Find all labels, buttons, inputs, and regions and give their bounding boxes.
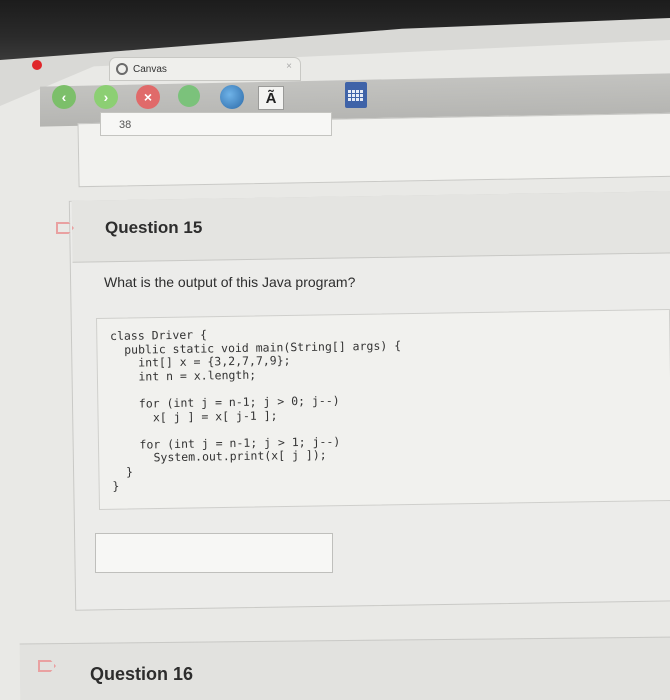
- stop-icon[interactable]: ×: [136, 85, 160, 109]
- forward-icon[interactable]: ›: [94, 85, 118, 109]
- back-icon[interactable]: ‹: [52, 85, 76, 109]
- calculator-icon[interactable]: [345, 82, 367, 108]
- tab-favicon-icon: [116, 63, 128, 75]
- refresh-icon[interactable]: [178, 85, 200, 107]
- browser-tab[interactable]: Canvas ×: [110, 58, 300, 80]
- question-15-title: Question 15: [105, 218, 203, 237]
- tab-title: Canvas: [133, 63, 167, 75]
- globe-icon[interactable]: [220, 85, 244, 109]
- answer-input[interactable]: [95, 533, 333, 573]
- java-code: class Driver { public static void main(S…: [109, 327, 402, 493]
- previous-answer-field[interactable]: 38: [100, 112, 332, 136]
- record-indicator: [32, 60, 42, 70]
- text-icon[interactable]: Ã: [258, 86, 284, 110]
- tab-close-icon[interactable]: ×: [286, 61, 292, 72]
- question-15-prompt: What is the output of this Java program?: [104, 274, 356, 290]
- question-16-title: Question 16: [90, 664, 194, 684]
